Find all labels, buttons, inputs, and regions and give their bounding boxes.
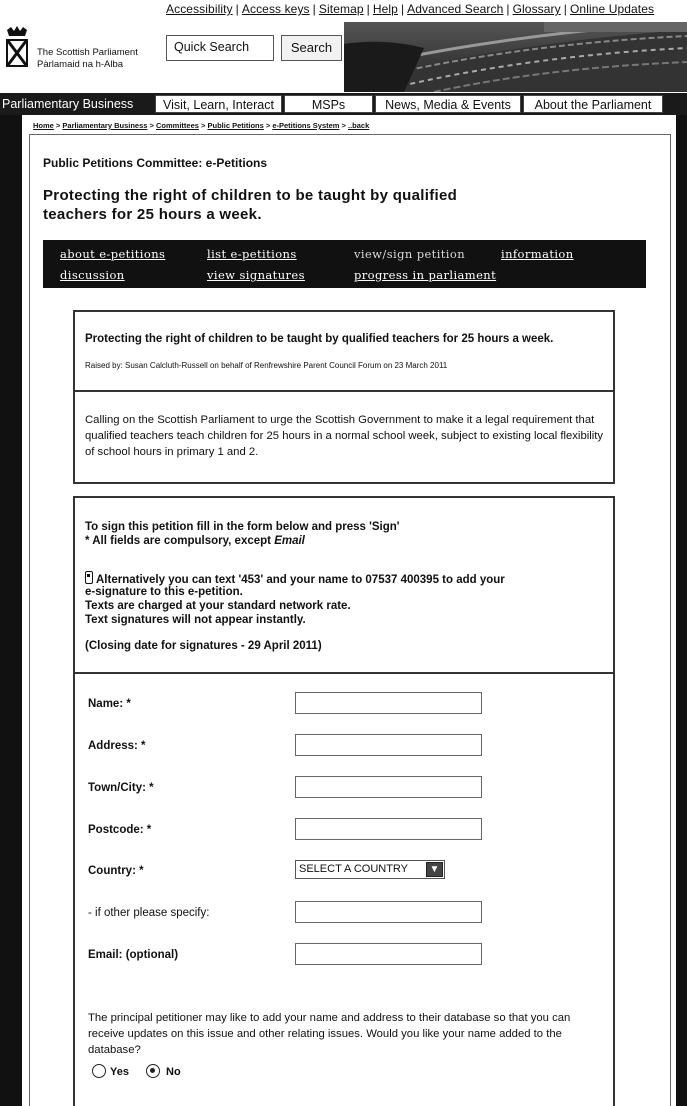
radio-no[interactable] — [146, 1064, 160, 1078]
country-select[interactable]: SELECT A COUNTRY ▼ — [295, 860, 445, 879]
left-page-border — [0, 115, 22, 1106]
text-charge-note: Texts are charged at your standard netwo… — [85, 600, 351, 612]
text-alternative-line2: e-signature to this e-petition. — [85, 586, 243, 598]
petition-description: Calling on the Scottish Parliament to ur… — [85, 414, 604, 458]
summary-divider — [75, 390, 613, 392]
nav-news-media-events[interactable]: News, Media & Events — [375, 95, 521, 113]
page-title: Protecting the right of children to be t… — [43, 187, 458, 223]
other-country-label: - if other please specify: — [88, 907, 210, 919]
chevron-down-icon[interactable]: ▼ — [426, 862, 443, 877]
logo-text-gaelic: Pàrlamaid na h-Alba — [37, 59, 124, 70]
chamber-banner-image — [344, 22, 687, 92]
radio-yes[interactable] — [92, 1064, 106, 1078]
closing-date: (Closing date for signatures - 29 April … — [85, 640, 322, 652]
tab-view-signatures[interactable]: view signatures — [207, 268, 305, 282]
tab-information[interactable]: information — [501, 247, 574, 261]
parliament-crest-icon — [6, 26, 28, 67]
database-question: The principal petitioner may like to add… — [88, 1012, 571, 1056]
email-label: Email: (optional) — [88, 949, 179, 961]
parliament-logo[interactable]: The Scottish Parliament Pàrlamaid na h-A… — [3, 26, 153, 86]
glossary-link[interactable]: Glossary — [513, 2, 561, 16]
tab-discussion[interactable]: discussion — [60, 268, 125, 282]
breadcrumb-back[interactable]: ..back — [348, 121, 369, 130]
country-selected-value: SELECT A COUNTRY — [299, 863, 409, 875]
radio-no-label: No — [166, 1066, 181, 1078]
compulsory-note: * All fields are compulsory, except Emai… — [85, 534, 305, 548]
nav-parliamentary-business[interactable]: Parliamentary Business — [0, 95, 152, 113]
nav-visit-learn-interact[interactable]: Visit, Learn, Interact — [155, 95, 282, 113]
address-field[interactable] — [295, 734, 482, 756]
postcode-label: Postcode: * — [88, 824, 152, 836]
sign-instructions: To sign this petition fill in the form b… — [85, 521, 400, 533]
access-keys-link[interactable]: Access keys — [242, 2, 310, 16]
town-label: Town/City: * — [88, 782, 154, 794]
main-navigation: Parliamentary Business Visit, Learn, Int… — [0, 93, 687, 115]
mobile-phone-icon — [85, 571, 93, 584]
advanced-search-link[interactable]: Advanced Search — [407, 2, 503, 16]
right-page-border — [676, 115, 687, 1106]
other-country-field[interactable] — [295, 901, 482, 923]
nav-about-parliament[interactable]: About the Parliament — [523, 95, 663, 113]
name-label: Name: * — [88, 698, 131, 710]
utility-links: Accessibility | Access keys | Sitemap | Help | A… — [166, 2, 655, 16]
radio-yes-label: Yes — [110, 1066, 129, 1078]
tab-list-e-petitions[interactable]: list e-petitions — [207, 247, 297, 261]
town-field[interactable] — [295, 776, 482, 798]
email-field[interactable] — [295, 943, 482, 965]
email-emphasis: Email — [274, 535, 305, 547]
sitemap-link[interactable]: Sitemap — [319, 2, 364, 16]
petition-navigation: about e-petitions list e-petitions view/… — [43, 240, 646, 288]
breadcrumb: Home > Parliamentary Business > Committe… — [33, 121, 370, 130]
tab-progress-in-parliament[interactable]: progress in parliament — [354, 268, 496, 282]
search-button[interactable]: Search — [281, 35, 342, 61]
breadcrumb-parliamentary-business[interactable]: Parliamentary Business — [62, 121, 147, 130]
postcode-field[interactable] — [295, 818, 482, 840]
petition-summary-box: Protecting the right of children to be t… — [73, 310, 615, 484]
online-updates-link[interactable]: Online Updates — [570, 2, 654, 16]
committee-heading: Public Petitions Committee: e-Petitions — [43, 156, 268, 170]
tab-view-sign-petition[interactable]: view/sign petition — [354, 247, 465, 261]
quick-search-input[interactable]: Quick Search — [166, 35, 274, 61]
address-label: Address: * — [88, 740, 146, 752]
breadcrumb-e-petitions-system[interactable]: e-Petitions System — [272, 121, 339, 130]
form-divider — [75, 672, 613, 674]
breadcrumb-public-petitions[interactable]: Public Petitions — [208, 121, 264, 130]
breadcrumb-home[interactable]: Home — [33, 121, 54, 130]
country-label: Country: * — [88, 865, 144, 877]
compulsory-note-text: * All fields are compulsory, except — [85, 535, 275, 547]
petition-title: Protecting the right of children to be t… — [85, 333, 554, 345]
breadcrumb-committees[interactable]: Committees — [156, 121, 199, 130]
accessibility-link[interactable]: Accessibility — [166, 2, 233, 16]
name-field[interactable] — [295, 692, 482, 714]
tab-about-e-petitions[interactable]: about e-petitions — [60, 247, 165, 261]
nav-msps[interactable]: MSPs — [284, 95, 373, 113]
raised-by-text: Raised by: Susan Calcluth-Russell on beh… — [85, 361, 448, 370]
logo-text-english: The Scottish Parliament — [37, 47, 138, 58]
text-delay-note: Text signatures will not appear instantl… — [85, 614, 306, 626]
help-link[interactable]: Help — [373, 2, 398, 16]
